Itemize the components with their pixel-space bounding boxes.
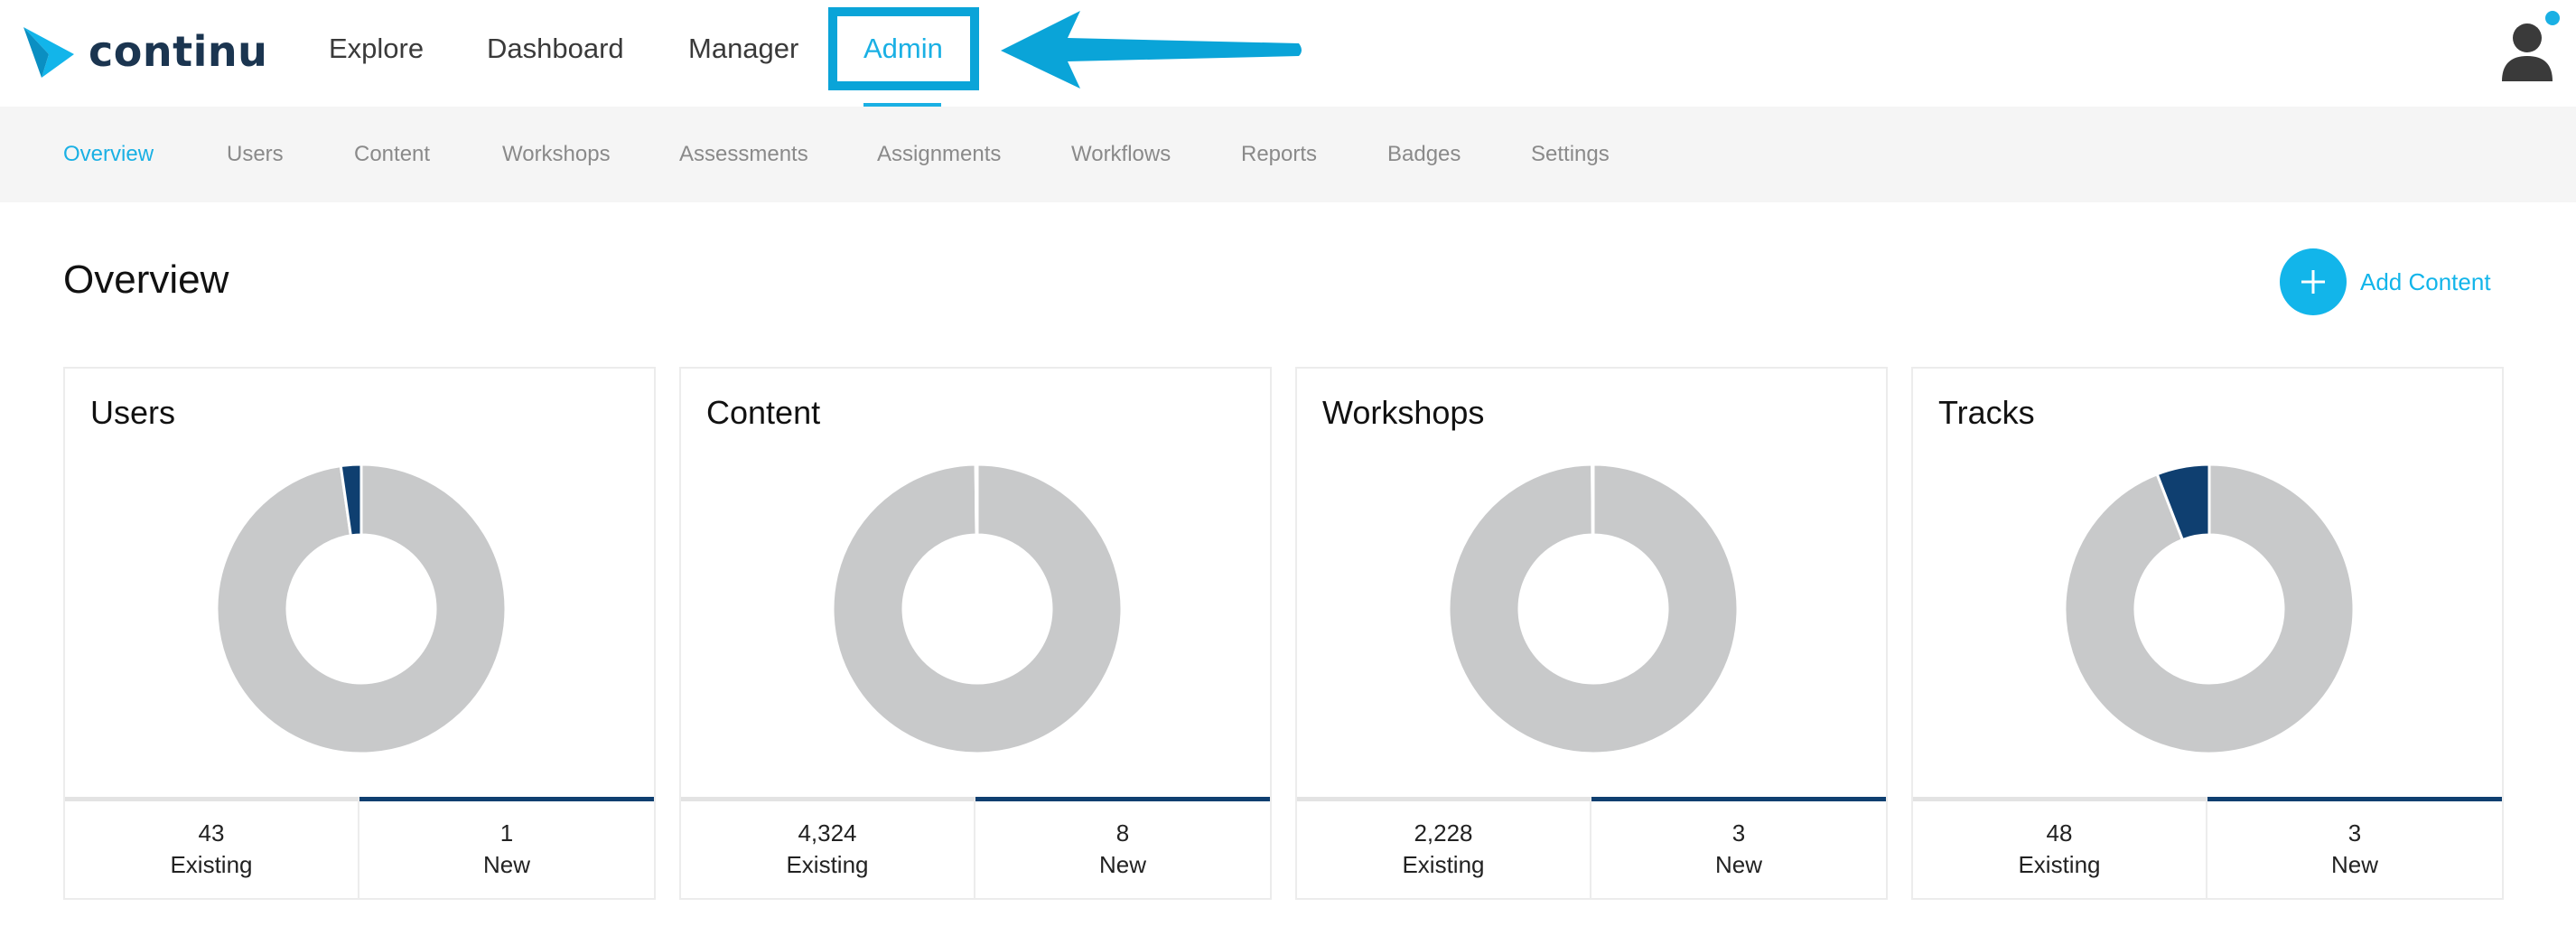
annotation-arrow-icon: [1001, 11, 1302, 89]
existing-label: Existing: [170, 851, 253, 878]
existing-count: 2,228: [1414, 819, 1473, 847]
top-navbar: continu Explore Dashboard Manager Admin: [0, 0, 2576, 107]
new-stat: 8 New: [975, 797, 1270, 898]
logo-arrow-icon: [23, 27, 74, 78]
users-donut-chart: [215, 463, 508, 755]
new-count: 3: [2347, 819, 2362, 847]
existing-label: Existing: [786, 851, 869, 878]
subnav-settings[interactable]: Settings: [1531, 139, 1610, 170]
subnav-users[interactable]: Users: [227, 139, 284, 170]
new-count: 3: [1731, 819, 1746, 847]
logo-text: continu: [89, 27, 268, 76]
subnav-workshops[interactable]: Workshops: [502, 139, 611, 170]
card-stats: 43 Existing 1 New: [65, 797, 654, 898]
new-label: New: [1714, 851, 1762, 878]
admin-subnav: Overview Users Content Workshops Assessm…: [0, 107, 2576, 202]
nav-explore[interactable]: Explore: [329, 29, 424, 69]
subnav-workflows[interactable]: Workflows: [1071, 139, 1171, 170]
plus-icon: [2301, 270, 2325, 294]
subnav-content[interactable]: Content: [354, 139, 430, 170]
existing-stat: 43 Existing: [65, 797, 359, 898]
new-label: New: [2330, 851, 2378, 878]
existing-label: Existing: [2018, 851, 2101, 878]
existing-label: Existing: [1402, 851, 1485, 878]
tracks-donut-chart: [2063, 463, 2356, 755]
user-avatar-icon[interactable]: [2495, 16, 2560, 81]
new-stat: 3 New: [2207, 797, 2502, 898]
new-label: New: [1098, 851, 1146, 878]
subnav-overview[interactable]: Overview: [63, 139, 154, 170]
new-label: New: [482, 851, 530, 878]
users-card: Users 43 Existing 1 New: [63, 367, 656, 900]
new-count: 8: [1115, 819, 1130, 847]
existing-count: 48: [2046, 819, 2073, 847]
nav-dashboard[interactable]: Dashboard: [487, 29, 624, 69]
existing-count: 43: [198, 819, 225, 847]
continu-logo[interactable]: continu: [22, 20, 267, 83]
card-title: Content: [706, 394, 821, 431]
subnav-badges[interactable]: Badges: [1387, 139, 1461, 170]
new-slice: [974, 463, 979, 537]
new-stat: 3 New: [1591, 797, 1886, 898]
subnav-assignments[interactable]: Assignments: [877, 139, 1001, 170]
add-content-link[interactable]: Add Content: [2360, 266, 2491, 298]
nav-admin[interactable]: Admin: [863, 29, 943, 69]
nav-manager[interactable]: Manager: [688, 29, 798, 69]
existing-stat: 48 Existing: [1913, 797, 2207, 898]
workshops-donut-chart: [1447, 463, 1740, 755]
card-title: Users: [90, 394, 176, 431]
subnav-assessments[interactable]: Assessments: [679, 139, 808, 170]
card-stats: 48 Existing 3 New: [1913, 797, 2502, 898]
notification-dot: [2545, 11, 2560, 25]
card-stats: 4,324 Existing 8 New: [681, 797, 1270, 898]
content-card: Content 4,324 Existing 8 New: [679, 367, 1272, 900]
new-slice: [1591, 463, 1595, 537]
new-count: 1: [499, 819, 514, 847]
workshops-card: Workshops 2,228 Existing 3 New: [1295, 367, 1888, 900]
existing-count: 4,324: [798, 819, 857, 847]
new-stat: 1 New: [359, 797, 654, 898]
existing-stat: 2,228 Existing: [1297, 797, 1591, 898]
subnav-reports[interactable]: Reports: [1241, 139, 1317, 170]
content-donut-chart: [831, 463, 1124, 755]
card-stats: 2,228 Existing 3 New: [1297, 797, 1886, 898]
tracks-card: Tracks 48 Existing 3 New: [1911, 367, 2504, 900]
add-content-button[interactable]: [2280, 248, 2347, 315]
existing-stat: 4,324 Existing: [681, 797, 975, 898]
page-title: Overview: [63, 257, 229, 302]
card-title: Workshops: [1322, 394, 1485, 431]
card-title: Tracks: [1938, 394, 2035, 431]
